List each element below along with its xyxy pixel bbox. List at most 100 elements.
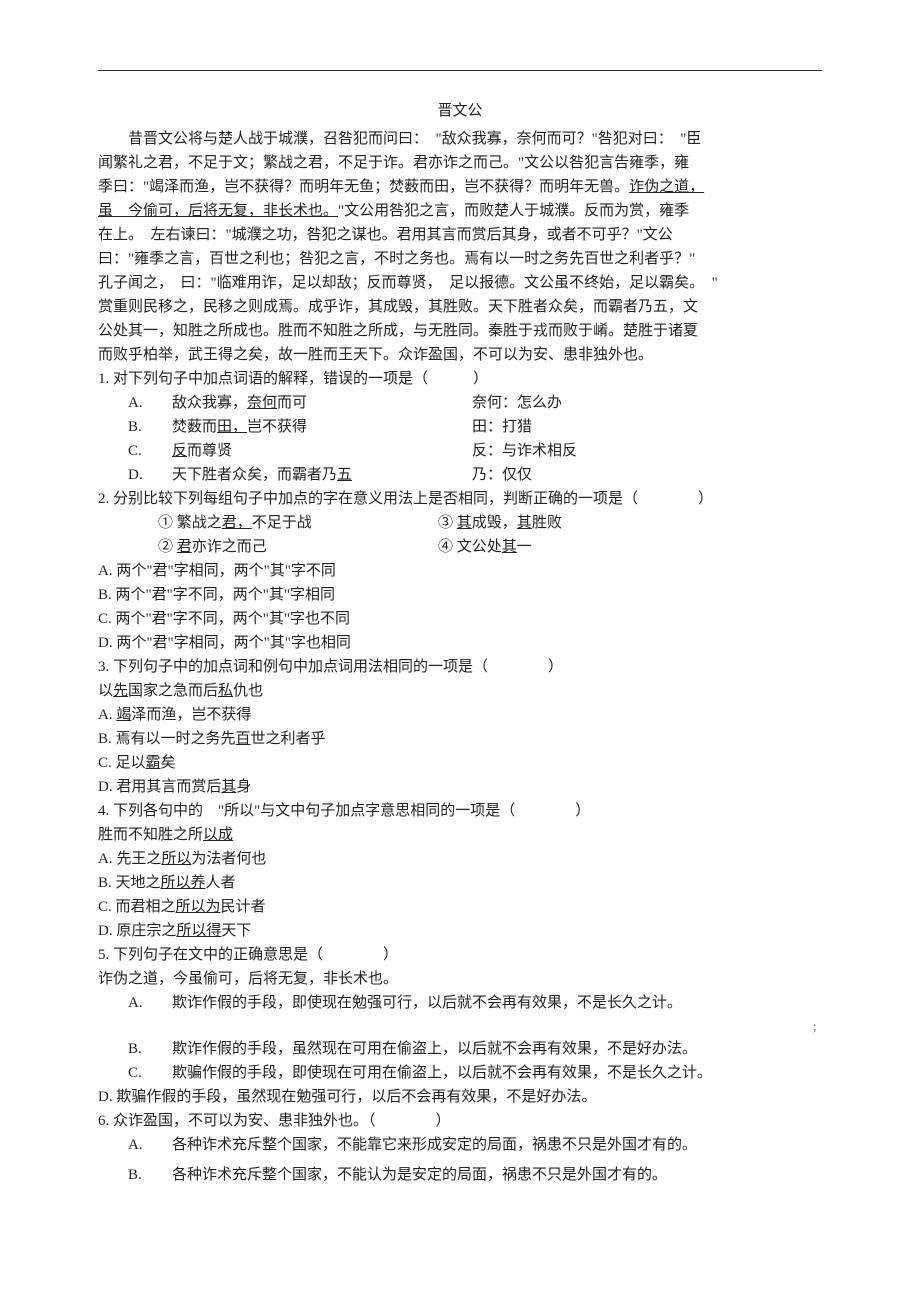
text: 亦诈之而己 bbox=[192, 539, 267, 555]
option-explain: 奈何：怎么办 bbox=[472, 391, 822, 415]
q2-pair-2: ② 君亦诈之而己 ④ 文公处其一 bbox=[98, 535, 822, 559]
option-letter: A. bbox=[128, 991, 172, 1015]
underline-text: 霸 bbox=[146, 755, 161, 771]
text: B. 焉有以一时之务先 bbox=[98, 731, 236, 747]
text: ① 繁战之君，不足于战 bbox=[158, 511, 438, 535]
underline-text: 百 bbox=[236, 731, 251, 747]
text: 成毁， bbox=[472, 515, 517, 531]
text: 焚薮而 bbox=[172, 419, 217, 435]
option-letter: A. bbox=[128, 391, 172, 415]
option-text: 各种诈术充斥整个国家，不能认为是安定的局面，祸患不只是外国才有的。 bbox=[172, 1163, 822, 1187]
option-text: 欺骗作假的手段，即使现在可用在偷盗上，以后就不会再有效果，不是长久之计。 bbox=[172, 1061, 822, 1085]
question-6-stem: 6. 众诈盈国，不可以为安、患非独外也。（ ） bbox=[98, 1109, 822, 1133]
text: 胜而不知胜之所 bbox=[98, 827, 203, 843]
underline-text: 所以 bbox=[161, 851, 191, 867]
option-text: 焚薮而田，岂不获得 bbox=[172, 415, 472, 439]
option-letter: B. bbox=[128, 1163, 172, 1187]
text: 仇也 bbox=[233, 683, 263, 699]
underline-text: 所以养 bbox=[161, 875, 206, 891]
text: D. 原庄宗之 bbox=[98, 923, 176, 939]
text: 天下 bbox=[221, 923, 251, 939]
text: A. 先王之 bbox=[98, 851, 161, 867]
q4-option-d: D. 原庄宗之所以得天下 bbox=[98, 919, 822, 943]
text: 季曰："竭泽而渔，岂不获得？而明年无鱼；焚薮而田，岂不获得？而明年无兽。 bbox=[98, 179, 629, 195]
underline-text: 君， bbox=[222, 515, 252, 531]
text: 民计者 bbox=[221, 899, 266, 915]
option-letter: B. bbox=[128, 1037, 172, 1061]
option-letter: A. bbox=[128, 1133, 172, 1157]
text: ④ 文公处其一 bbox=[438, 535, 822, 559]
q4-example: 胜而不知胜之所以成 bbox=[98, 823, 822, 847]
text: 以 bbox=[98, 683, 113, 699]
text: ② bbox=[158, 539, 177, 555]
q4-option-b: B. 天地之所以养人者 bbox=[98, 871, 822, 895]
q3-example: 以先国家之急而后私仇也 bbox=[98, 679, 822, 703]
q2-option-a: A. 两个"君"字相同，两个"其"字不同 bbox=[98, 559, 822, 583]
text: "文公用咎犯之言，而败楚人于城濮。反而为赏，雍季 bbox=[338, 203, 689, 219]
text: ③ 其成毁，其胜败 bbox=[438, 511, 822, 535]
passage-line: 昔晋文公将与楚人战于城濮，召咎犯而问曰： "敌众我寡，奈何而可？"咎犯对曰： "… bbox=[98, 127, 822, 151]
q6-option-b: B. 各种诈术充斥整个国家，不能认为是安定的局面，祸患不只是外国才有的。 bbox=[128, 1163, 822, 1187]
q3-option-b: B. 焉有以一时之务先百世之利者乎 bbox=[98, 727, 822, 751]
text: ① 繁战之 bbox=[158, 515, 222, 531]
text: D. 君用其言而赏后 bbox=[98, 779, 221, 795]
text: 敌众我寡， bbox=[172, 395, 247, 411]
q5-option-b: B. 欺诈作假的手段，虽然现在可用在偷盗上，以后就不会再有效果，不是好办法。 bbox=[128, 1037, 822, 1061]
underline-text: 五 bbox=[337, 467, 352, 483]
option-text: 天下胜者众矣，而霸者乃五 bbox=[172, 463, 472, 487]
passage-line: 季曰："竭泽而渔，岂不获得？而明年无鱼；焚薮而田，岂不获得？而明年无兽。诈伪之道… bbox=[98, 175, 822, 199]
option-explain: 田：打猎 bbox=[472, 415, 822, 439]
q5-option-a: A. 欺诈作假的手段，即使现在勉强可行，以后就不会再有效果，不是长久之计。 bbox=[128, 991, 822, 1015]
q3-option-c: C. 足以霸矣 bbox=[98, 751, 822, 775]
text: C. 而君相之 bbox=[98, 899, 176, 915]
text: C. 足以 bbox=[98, 755, 146, 771]
underline-text: 其 bbox=[221, 779, 236, 795]
text: B. 天地之 bbox=[98, 875, 161, 891]
q4-option-a: A. 先王之所以为法者何也 bbox=[98, 847, 822, 871]
underline-text: 竭 bbox=[116, 707, 131, 723]
q1-option-b: B. 焚薮而田，岂不获得 田：打猎 bbox=[128, 415, 822, 439]
q2-option-b: B. 两个"君"字不同，两个"其"字相同 bbox=[98, 583, 822, 607]
option-text: 敌众我寡，奈何而可 bbox=[172, 391, 472, 415]
text: ③ bbox=[438, 515, 457, 531]
underline-text: 其 bbox=[502, 539, 517, 555]
option-letter: C. bbox=[128, 439, 172, 463]
text: 泽而渔，岂不获得 bbox=[131, 707, 251, 723]
option-explain: 反：与诈术相反 bbox=[472, 439, 822, 463]
text: 为法者何也 bbox=[191, 851, 266, 867]
question-2-stem: 2. 分别比较下列每组句子中加点的字在意义用法上是否相同，判断正确的一项是（ ） bbox=[98, 487, 822, 511]
option-text: 反而尊贤 bbox=[172, 439, 472, 463]
underline-text: 先 bbox=[113, 683, 128, 699]
question-1-stem: 1. 对下列句子中加点词语的解释，错误的一项是（ ） bbox=[98, 367, 822, 391]
underline-text: 所以得 bbox=[176, 923, 221, 939]
option-text: 欺诈作假的手段，即使现在勉强可行，以后就不会再有效果，不是长久之计。 bbox=[172, 991, 822, 1015]
top-rule bbox=[98, 70, 822, 71]
text: 世之利者乎 bbox=[251, 731, 326, 747]
underline-text: 诈伪之道， bbox=[629, 179, 704, 195]
q2-pair-1: ① 繁战之君，不足于战 ③ 其成毁，其胜败 bbox=[98, 511, 822, 535]
passage-line: 公处其一，知胜之所成也。胜而不知胜之所成，与无胜同。秦胜于戎而败于崤。楚胜于诸夏 bbox=[98, 319, 822, 343]
underline-text: 反 bbox=[172, 443, 187, 459]
title: 晋文公 bbox=[98, 99, 822, 123]
text: 国家之急而后 bbox=[128, 683, 218, 699]
q3-option-d: D. 君用其言而赏后其身 bbox=[98, 775, 822, 799]
question-5-stem: 5. 下列句子在文中的正确意思是（ ） bbox=[98, 943, 822, 967]
passage-line: 在上。 左右谏曰："城濮之功，咎犯之谋也。君用其言而赏后其身，或者不可乎？"文公 bbox=[98, 223, 822, 247]
text: 身 bbox=[236, 779, 251, 795]
passage-line: 虽 今偷可，后将无复，非长术也。"文公用咎犯之言，而败楚人于城濮。反而为赏，雍季 bbox=[98, 199, 822, 223]
passage-line: 曰："雍季之言，百世之利也；咎犯之言，不时之务也。焉有以一时之务先百世之利者乎？… bbox=[98, 247, 822, 271]
underline-text: 其 bbox=[517, 515, 532, 531]
text: 人者 bbox=[206, 875, 236, 891]
q6-option-a: A. 各种诈术充斥整个国家，不能靠它来形成安定的局面，祸患不只是外国才有的。 bbox=[128, 1133, 822, 1157]
text: A. bbox=[98, 707, 116, 723]
q5-example: 诈伪之道，今虽偷可，后将无复，非长术也。 bbox=[98, 967, 822, 991]
q5-option-d: D. 欺骗作假的手段，虽然现在勉强可行，以后不会再有效果，不是好办法。 bbox=[98, 1085, 822, 1109]
text: 不足于战 bbox=[252, 515, 312, 531]
option-text: 欺诈作假的手段，虽然现在可用在偷盗上，以后就不会再有效果，不是好办法。 bbox=[172, 1037, 822, 1061]
text: 岂不获得 bbox=[247, 419, 307, 435]
option-text: 各种诈术充斥整个国家，不能靠它来形成安定的局面，祸患不只是外国才有的。 bbox=[172, 1133, 822, 1157]
q2-option-d: D. 两个"君"字相同，两个"其"字也相同 bbox=[98, 631, 822, 655]
margin-mark: ； bbox=[812, 1021, 822, 1037]
q1-option-c: C. 反而尊贤 反：与诈术相反 bbox=[128, 439, 822, 463]
question-4-stem: 4. 下列各句中的 "所以"与文中句子加点字意思相同的一项是（ ） bbox=[98, 799, 822, 823]
